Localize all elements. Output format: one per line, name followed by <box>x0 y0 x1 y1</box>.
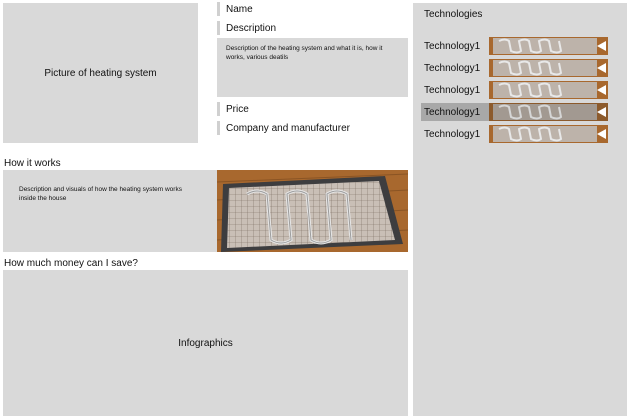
technology-row[interactable]: Technology1 <box>421 81 612 99</box>
technology-row[interactable]: Technology1 <box>421 125 612 143</box>
savings-title: How much money can I save? <box>4 258 138 269</box>
floor-heating-thumb <box>489 125 608 143</box>
floor-heating-thumb <box>489 59 608 77</box>
infographics-box: Infographics <box>3 270 408 416</box>
underfloor-heating-image <box>217 170 408 252</box>
company-field: Company and manufacturer <box>217 121 408 135</box>
technology-label: Technology1 <box>424 62 481 74</box>
name-field: Name <box>217 2 408 16</box>
how-it-works-text: Description and visuals of how the heati… <box>19 186 182 202</box>
floor-heating-thumb <box>489 81 608 99</box>
triangle-left-icon[interactable] <box>597 63 606 73</box>
floor-heating-illustration <box>217 170 408 252</box>
technology-row[interactable]: Technology1 <box>421 37 612 55</box>
technology-thumbnail <box>489 59 608 77</box>
field-marker <box>217 21 220 35</box>
technology-thumbnail <box>489 125 608 143</box>
technology-label: Technology1 <box>424 128 481 140</box>
technology-row[interactable]: Technology1 <box>421 59 612 77</box>
field-marker <box>217 121 220 135</box>
company-label: Company and manufacturer <box>226 122 350 134</box>
price-field: Price <box>217 102 408 116</box>
name-label: Name <box>226 3 253 15</box>
technology-label: Technology1 <box>421 103 489 121</box>
technology-label: Technology1 <box>424 40 481 52</box>
heating-system-picture: Picture of heating system <box>3 3 198 143</box>
description-field: Description <box>217 21 408 35</box>
floor-heating-thumb <box>489 103 608 121</box>
triangle-left-icon[interactable] <box>597 41 606 51</box>
triangle-left-icon[interactable] <box>597 107 606 117</box>
technologies-title: Technologies <box>424 9 483 20</box>
description-text-box: Description of the heating system and wh… <box>217 38 408 97</box>
technology-thumbnail <box>489 103 608 121</box>
triangle-left-icon[interactable] <box>597 85 606 95</box>
technology-thumbnail <box>489 81 608 99</box>
technologies-panel: Technologies Technology1 Technology1 Tec… <box>413 3 627 416</box>
field-marker <box>217 2 220 16</box>
how-it-works-title: How it works <box>4 158 61 169</box>
infographics-label: Infographics <box>178 337 233 349</box>
description-text: Description of the heating system and wh… <box>226 45 383 61</box>
floor-heating-thumb <box>489 37 608 55</box>
how-it-works-text-box: Description and visuals of how the heati… <box>3 170 217 252</box>
price-label: Price <box>226 103 249 115</box>
picture-label: Picture of heating system <box>44 67 157 79</box>
description-label: Description <box>226 22 277 34</box>
triangle-left-icon[interactable] <box>597 129 606 139</box>
technology-row-selected[interactable]: Technology1 <box>421 103 612 121</box>
technology-label: Technology1 <box>424 84 481 96</box>
field-marker <box>217 102 220 116</box>
technology-thumbnail <box>489 37 608 55</box>
